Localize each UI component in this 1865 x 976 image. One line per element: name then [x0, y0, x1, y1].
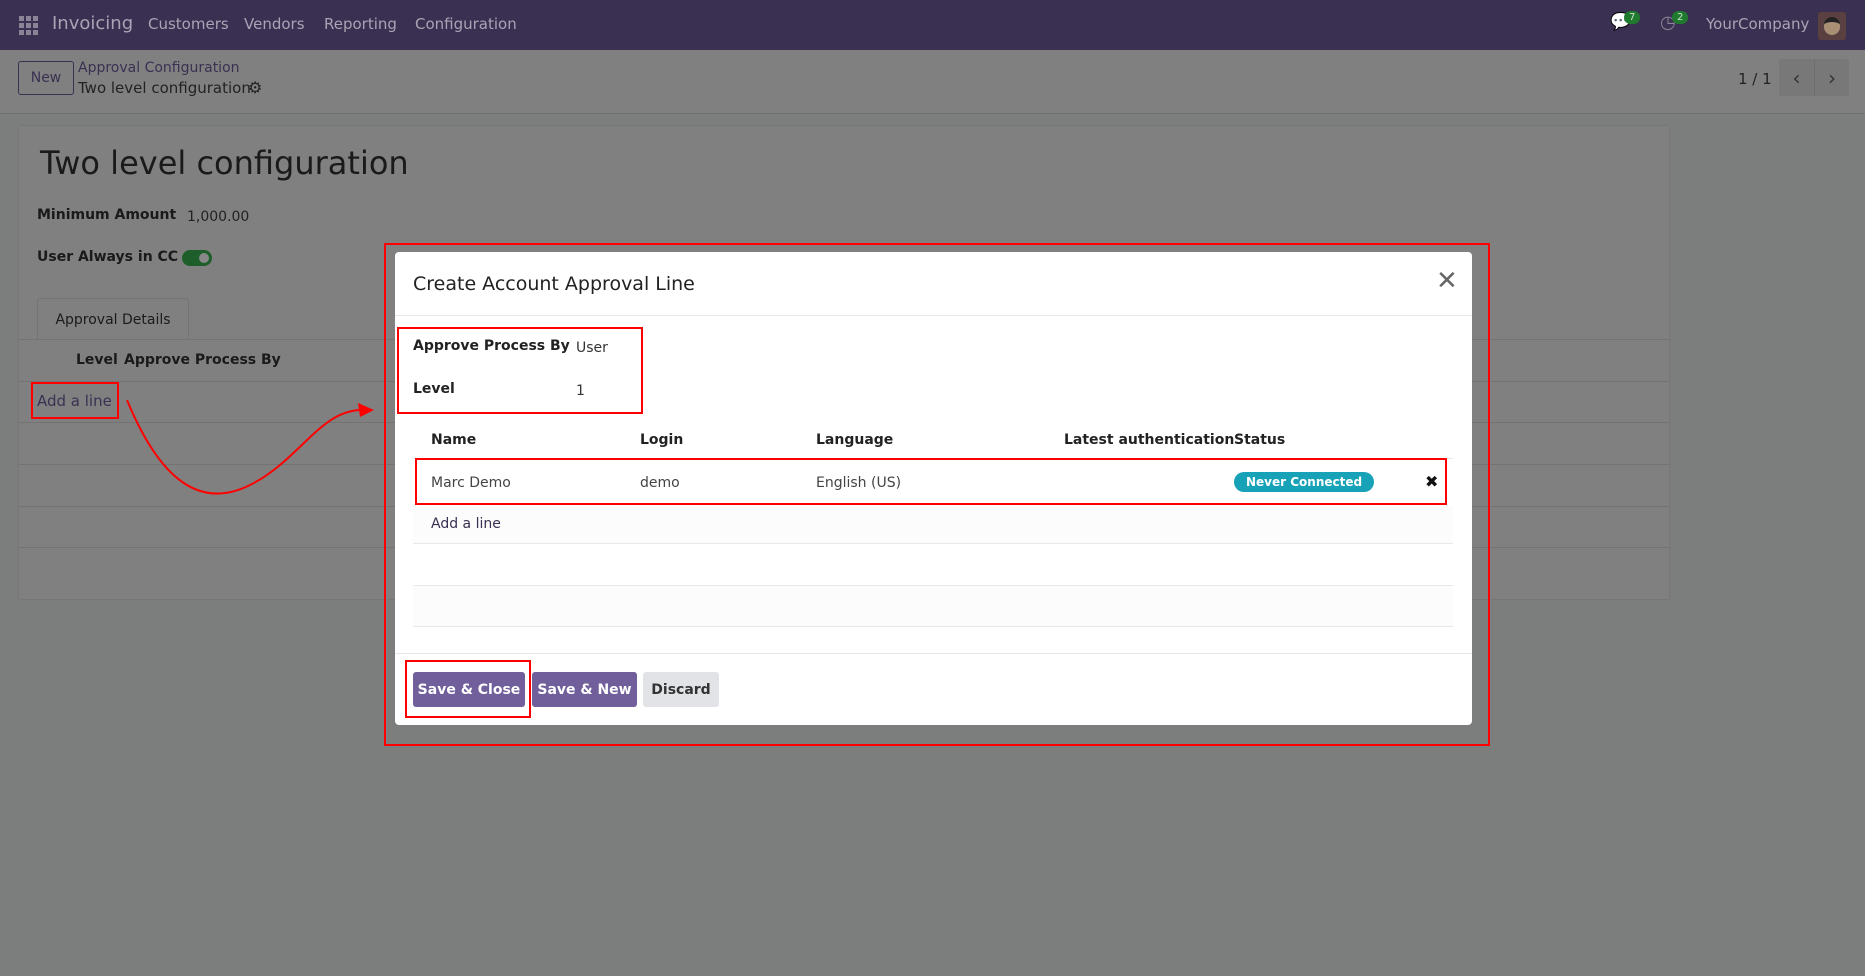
create-approval-line-dialog: Create Account Approval Line ✕ Approve P… — [395, 252, 1472, 725]
activities-badge: 2 — [1672, 11, 1689, 24]
divider — [395, 315, 1472, 316]
company-switcher[interactable]: YourCompany — [1706, 15, 1809, 33]
messages-button[interactable]: 💬 7 — [1610, 11, 1641, 32]
add-line-row: Add a line — [413, 506, 1453, 544]
save-new-button[interactable]: Save & New — [532, 672, 637, 707]
discard-button[interactable]: Discard — [643, 672, 719, 707]
empty-row — [413, 586, 1453, 627]
messages-badge: 7 — [1624, 11, 1641, 24]
activities-button[interactable]: ◷ 2 — [1660, 11, 1689, 33]
menu-configuration[interactable]: Configuration — [415, 15, 517, 33]
pager-previous-button[interactable]: ‹ — [1779, 59, 1814, 96]
avatar[interactable] — [1818, 12, 1846, 40]
annotation-box — [405, 660, 531, 718]
column-login[interactable]: Login — [640, 432, 683, 448]
pager-next-button[interactable]: › — [1814, 59, 1849, 96]
annotation-box — [397, 327, 643, 414]
divider — [395, 653, 1472, 654]
column-name[interactable]: Name — [431, 432, 476, 448]
pager-value[interactable]: 1 / 1 — [1738, 70, 1772, 88]
column-latest-authentication[interactable]: Latest authentication — [1064, 432, 1234, 448]
column-status[interactable]: Status — [1234, 432, 1285, 448]
column-language[interactable]: Language — [816, 432, 893, 448]
annotation-arrow — [126, 399, 374, 495]
dialog-title: Create Account Approval Line — [413, 273, 695, 295]
modal-add-line-link[interactable]: Add a line — [431, 516, 501, 532]
close-icon[interactable]: ✕ — [1436, 266, 1458, 296]
annotation-box — [415, 458, 1447, 505]
